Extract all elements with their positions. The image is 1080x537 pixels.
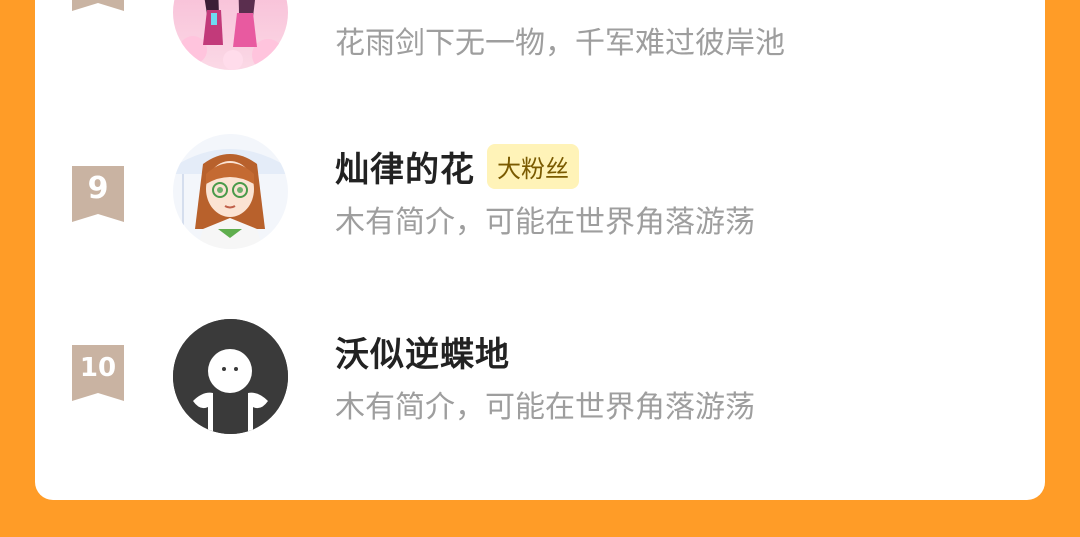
user-bio: 木有简介，可能在世界角落游荡 [335,390,755,425]
ranking-row[interactable]: 9 灿律的花 大粉丝 木有简介，可能在世界角落游荡 [35,130,1045,270]
fan-ranking-card: 8 花雨剑下无一物，千军难过彼岸池 [35,0,1045,500]
rank-number: 10 [79,353,117,383]
anime-girl-umbrella-avatar-icon [173,134,288,249]
ranking-row[interactable]: 10 沃似逆蝶地 木有简介，可能在世界角落游荡 [35,315,1045,455]
user-name-line: 灿律的花 大粉丝 [335,142,579,191]
rank-ribbon: 10 [72,345,124,401]
rank-number: 9 [87,171,109,206]
user-bio: 花雨剑下无一物，千军难过彼岸池 [335,26,785,61]
rank-number: 8 [72,0,124,1]
user-avatar[interactable] [173,0,288,70]
default-user-avatar-icon [173,319,288,434]
anime-girls-avatar-icon [173,0,288,70]
user-avatar[interactable] [173,134,288,249]
ranking-row[interactable]: 8 花雨剑下无一物，千军难过彼岸池 [35,0,1045,95]
rank-ribbon: 8 [72,0,124,11]
user-avatar[interactable] [173,319,288,434]
user-name-line: 沃似逆蝶地 [335,327,510,376]
user-name[interactable]: 灿律的花 [335,142,475,191]
user-name[interactable]: 沃似逆蝶地 [335,327,510,376]
fan-level-badge: 大粉丝 [487,144,579,189]
rank-ribbon: 9 [72,166,124,222]
user-bio: 木有简介，可能在世界角落游荡 [335,205,755,240]
ribbon-icon [72,0,124,11]
